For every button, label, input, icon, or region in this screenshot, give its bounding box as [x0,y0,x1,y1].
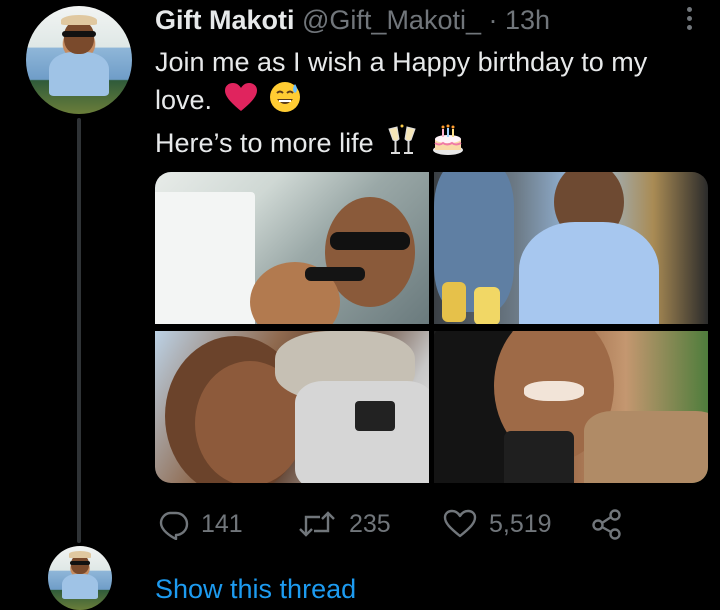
retweet-count: 235 [349,510,391,538]
tweet-media-grid [155,172,708,483]
avatar-face [71,554,89,575]
photo-couple-selfie[interactable] [155,172,429,324]
retweet-icon [297,508,337,540]
more-options-icon[interactable] [684,4,694,34]
birthday-cake-icon [431,123,465,167]
reply-count: 141 [201,510,243,538]
avatar-face [64,21,94,54]
like-count: 5,519 [489,510,552,538]
author-avatar[interactable] [26,6,132,114]
share-button[interactable] [591,504,623,544]
like-button[interactable]: 5,519 [443,504,552,544]
tweet-text-line-2: love. [155,81,715,123]
tweet-timestamp[interactable]: 13h [505,5,550,35]
red-heart-icon [224,82,258,122]
tweet-text-line-3: Here’s to more life [155,123,715,167]
reply-icon [157,508,189,540]
avatar-shirt [62,573,98,600]
tweet-text: Join me as I wish a Happy birthday to my… [155,44,715,167]
tweet-header: Gift Makoti @Gift_Makoti_ · 13h [155,4,550,36]
photo-couple-embrace[interactable] [155,331,429,483]
clinking-glasses-icon [385,123,419,167]
avatar-glasses [69,560,91,565]
header-separator: · [488,5,498,35]
author-name[interactable]: Gift Makoti [155,5,295,35]
author-handle[interactable]: @Gift_Makoti_ [302,5,481,35]
avatar-cap [60,14,97,26]
tweet-text-love: love. [155,85,213,116]
thread-avatar[interactable] [48,546,112,610]
retweet-button[interactable]: 235 [297,504,391,544]
tweet-action-bar: 141 235 5,519 [155,504,635,544]
photo-woman-smiling[interactable] [434,331,708,483]
avatar-shirt [49,52,109,96]
reply-button[interactable]: 141 [157,504,243,544]
photo-couple-at-table[interactable] [434,172,708,324]
tweet-text-more-life: Here’s to more life [155,128,374,159]
show-thread-link[interactable]: Show this thread [155,574,356,605]
sweat-smile-icon [269,81,301,123]
like-heart-icon [443,508,477,540]
avatar-cap [69,551,91,558]
tweet-text-line-1: Join me as I wish a Happy birthday to my [155,47,648,77]
avatar-glasses [62,30,96,38]
thread-connector-line [77,118,81,543]
share-icon [591,508,623,540]
